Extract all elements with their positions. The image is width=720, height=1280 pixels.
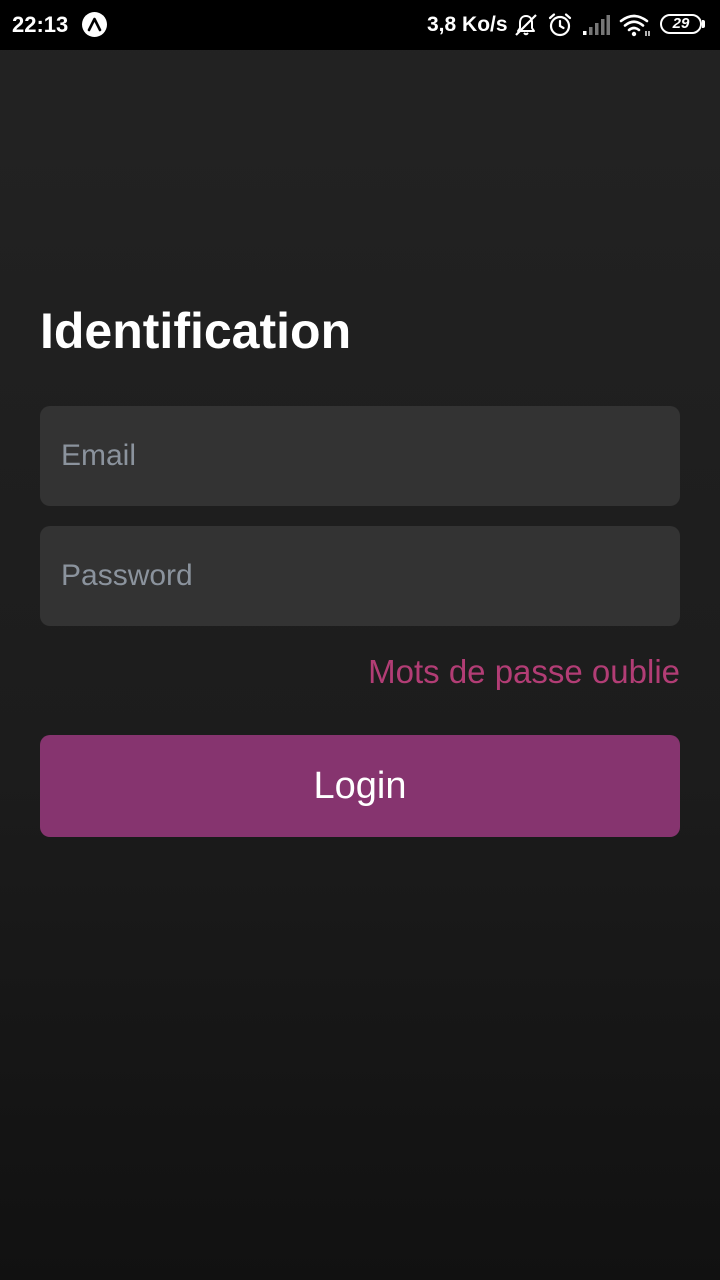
email-field[interactable] bbox=[40, 406, 680, 506]
status-bar: 22:13 3,8 Ko/s 29 bbox=[0, 0, 720, 50]
signal-icon bbox=[583, 15, 610, 35]
battery-level: 29 bbox=[672, 15, 690, 32]
battery-icon: 29 bbox=[660, 14, 706, 36]
status-time: 22:13 bbox=[12, 12, 69, 37]
alarm-icon bbox=[548, 13, 572, 37]
wifi-icon bbox=[619, 14, 650, 37]
forgot-password-link[interactable]: Mots de passe oublie bbox=[368, 651, 680, 693]
page-title: Identification bbox=[40, 303, 352, 359]
password-field[interactable] bbox=[40, 526, 680, 626]
app-launcher-icon bbox=[82, 12, 107, 37]
login-button[interactable]: Login bbox=[40, 735, 680, 837]
notifications-off-icon bbox=[515, 14, 537, 36]
network-speed: 3,8 Ko/s bbox=[427, 13, 508, 36]
